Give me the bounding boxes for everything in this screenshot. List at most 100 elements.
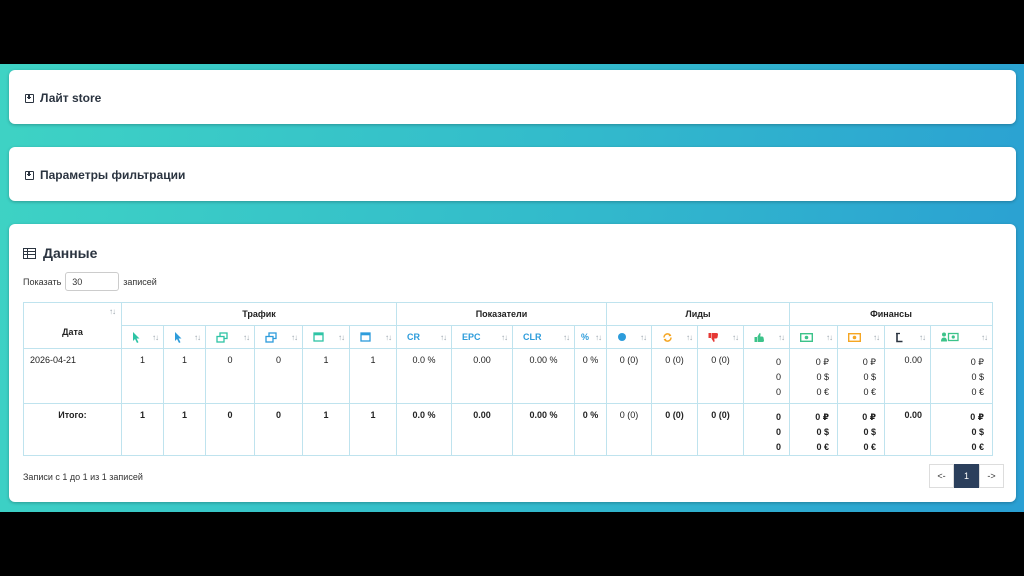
col-percent[interactable]: % ↑↓ bbox=[574, 325, 607, 349]
windows-icon bbox=[265, 331, 277, 343]
expand-icon[interactable] bbox=[25, 170, 34, 180]
sort-icon: ↑↓ bbox=[595, 332, 602, 342]
next-page-button[interactable]: -> bbox=[979, 464, 1004, 488]
sort-icon: ↑↓ bbox=[194, 332, 201, 342]
lite-store-panel[interactable]: Лайт store bbox=[9, 70, 1016, 124]
panel-title: Данные bbox=[43, 245, 98, 261]
col-unique-landings[interactable]: ↑↓ bbox=[349, 325, 397, 349]
traffic-cell: 0 bbox=[254, 403, 303, 456]
col-views[interactable]: ↑↓ bbox=[205, 325, 255, 349]
traffic-cell: 1 bbox=[302, 348, 350, 404]
page-button-1[interactable]: 1 bbox=[954, 464, 979, 488]
date-cell: 2026-04-21 bbox=[23, 348, 122, 404]
col-unique-clicks[interactable]: ↑↓ bbox=[163, 325, 206, 349]
sort-icon: ↑↓ bbox=[563, 332, 570, 342]
date-header[interactable]: ↑↓ Дата bbox=[23, 302, 122, 349]
col-fin-hold[interactable]: ↑↓ bbox=[837, 325, 885, 349]
group-header-finance: Финансы bbox=[789, 302, 993, 326]
traffic-cell: 1 bbox=[302, 403, 350, 456]
sort-icon: ↑↓ bbox=[109, 307, 116, 316]
col-epc[interactable]: EPC ↑↓ bbox=[451, 325, 513, 349]
col-landings[interactable]: ↑↓ bbox=[302, 325, 350, 349]
col-unique-views[interactable]: ↑↓ bbox=[254, 325, 303, 349]
leads-cell: 0 (0) bbox=[606, 348, 652, 404]
traffic-cell: 1 bbox=[349, 348, 397, 404]
money-icon bbox=[848, 332, 861, 342]
epc-cell: 0.00 bbox=[451, 348, 513, 404]
col-leads-rejected[interactable]: ↑↓ bbox=[697, 325, 744, 349]
total-row: Итого: 1 1 0 0 1 1 0.0 % 0.00 0.00 % 0 %… bbox=[23, 403, 993, 456]
cursor-icon bbox=[133, 331, 140, 343]
sort-icon: ↑↓ bbox=[826, 332, 833, 342]
thumbs-down-icon bbox=[708, 332, 718, 342]
panel-title: Лайт store bbox=[40, 91, 102, 105]
col-clr[interactable]: CLR ↑↓ bbox=[512, 325, 575, 349]
traffic-cell: 0 bbox=[205, 403, 255, 456]
pagination: <- 1 -> bbox=[929, 464, 1004, 488]
panel-title: Параметры фильтрации bbox=[40, 168, 186, 182]
leads-approved-cell: 000 bbox=[743, 403, 790, 456]
col-fin-hold-days[interactable]: ↑↓ bbox=[884, 325, 931, 349]
page-length-input[interactable]: 30 bbox=[65, 272, 120, 291]
table-icon bbox=[23, 247, 36, 259]
sort-icon: ↑↓ bbox=[501, 332, 508, 342]
finance-cell: 0 ₽0 $0 € bbox=[930, 348, 993, 404]
table-row: 2026-04-21 1 1 0 0 1 1 0.0 % 0.00 0.00 %… bbox=[23, 348, 993, 404]
sort-icon: ↑↓ bbox=[640, 332, 647, 342]
percent-label: % bbox=[581, 332, 590, 342]
cr-cell: 0.0 % bbox=[396, 403, 452, 456]
percent-cell: 0 % bbox=[574, 403, 607, 456]
page-length: Показать 30 записей bbox=[23, 272, 157, 291]
sort-icon: ↑↓ bbox=[873, 332, 880, 342]
epc-cell: 0.00 bbox=[451, 403, 513, 456]
finance-cell: 0.00 bbox=[884, 348, 931, 404]
leads-cell: 0 (0) bbox=[606, 403, 652, 456]
page-background: Лайт store Параметры фильтрации Данные П… bbox=[0, 64, 1024, 512]
sort-icon: ↑↓ bbox=[338, 332, 345, 342]
finance-cell: 0.00 bbox=[884, 403, 931, 456]
leads-approved-cell: 000 bbox=[743, 348, 790, 404]
traffic-cell: 0 bbox=[254, 348, 303, 404]
data-panel: Данные Показать 30 записей ↑↓ Дата Трафи… bbox=[9, 224, 1016, 502]
sort-icon: ↑↓ bbox=[385, 332, 392, 342]
expand-icon[interactable] bbox=[25, 93, 34, 103]
money-icon bbox=[800, 332, 813, 342]
window-icon bbox=[313, 332, 324, 342]
finance-cell: 0 ₽0 $0 € bbox=[789, 403, 838, 456]
clr-cell: 0.00 % bbox=[512, 348, 575, 404]
sort-icon: ↑↓ bbox=[919, 332, 926, 342]
sort-icon: ↑↓ bbox=[243, 332, 250, 342]
col-leads-approved[interactable]: ↑↓ bbox=[743, 325, 790, 349]
col-fin-approved[interactable]: ↑↓ bbox=[789, 325, 838, 349]
cursor-icon bbox=[175, 331, 182, 343]
col-leads-new[interactable]: ↑↓ bbox=[606, 325, 652, 349]
circle-icon bbox=[618, 333, 626, 341]
thumbs-up-icon bbox=[754, 332, 764, 342]
percent-cell: 0 % bbox=[574, 348, 607, 404]
hold-icon bbox=[896, 332, 903, 342]
col-cr[interactable]: CR ↑↓ bbox=[396, 325, 452, 349]
clr-label: CLR bbox=[523, 332, 542, 342]
cr-label: CR bbox=[407, 332, 420, 342]
leads-cell: 0 (0) bbox=[697, 348, 744, 404]
col-fin-paid[interactable]: ↑↓ bbox=[930, 325, 993, 349]
windows-icon bbox=[216, 331, 228, 343]
sort-icon: ↑↓ bbox=[440, 332, 447, 342]
filters-panel[interactable]: Параметры фильтрации bbox=[9, 147, 1016, 201]
prev-page-button[interactable]: <- bbox=[929, 464, 954, 488]
group-header-metrics: Показатели bbox=[396, 302, 607, 326]
leads-cell: 0 (0) bbox=[651, 403, 698, 456]
col-clicks[interactable]: ↑↓ bbox=[121, 325, 164, 349]
traffic-cell: 1 bbox=[121, 348, 164, 404]
total-label: Итого: bbox=[23, 403, 122, 456]
traffic-cell: 1 bbox=[121, 403, 164, 456]
sort-icon: ↑↓ bbox=[152, 332, 159, 342]
length-suffix: записей bbox=[123, 276, 157, 287]
sort-icon: ↑↓ bbox=[778, 332, 785, 342]
finance-cell: 0 ₽0 $0 € bbox=[930, 403, 993, 456]
user-money-icon bbox=[941, 332, 959, 342]
date-header-label: Дата bbox=[62, 326, 83, 337]
col-leads-hold[interactable]: ↑↓ bbox=[651, 325, 698, 349]
traffic-cell: 1 bbox=[349, 403, 397, 456]
sort-icon: ↑↓ bbox=[981, 332, 988, 342]
